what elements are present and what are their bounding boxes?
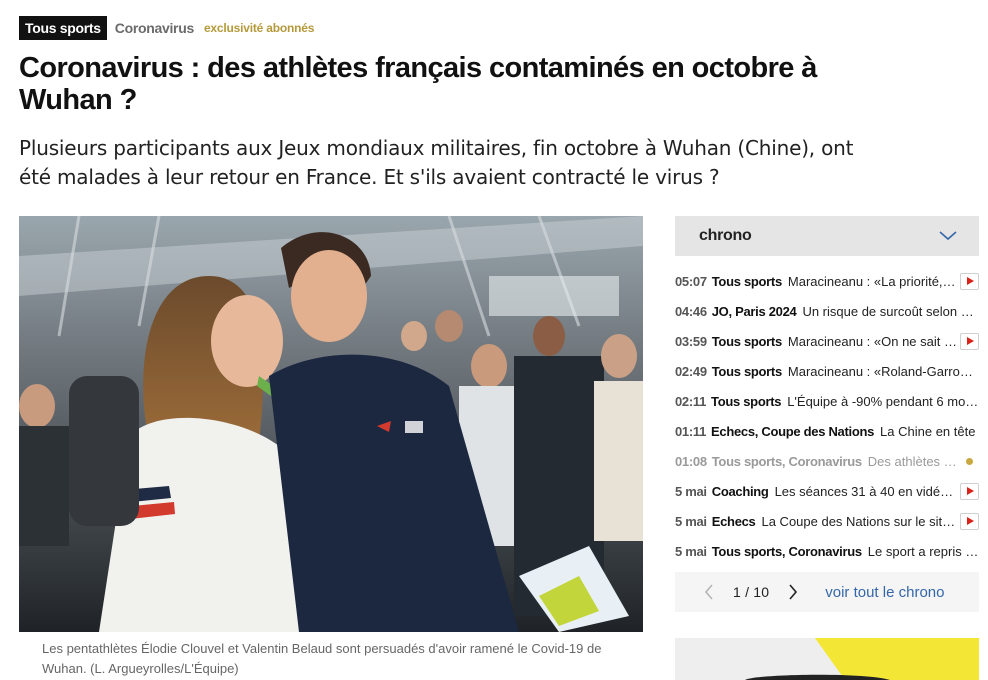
chrono-headline: Maracineanu : «La priorité, c'est de pré… [787,273,957,289]
chrono-list: 05:07 Tous sports Maracineanu : «La prio… [675,266,979,566]
chrono-category: Coaching [711,483,769,499]
exclusive-badge: exclusivité abonnés [203,21,315,35]
previous-page-button[interactable] [699,582,719,602]
promo-banner[interactable] [675,638,979,680]
photo-caption: Les pentathlètes Élodie Clouvel et Valen… [42,641,602,676]
chrono-headline: Le sport a repris à Wuhan [867,543,979,559]
chrono-time: 5 mai [675,543,707,559]
chevron-down-icon [939,231,957,241]
article-photo [19,216,643,632]
chrono-headline: Un risque de surcoût selon Mediapart [802,303,979,319]
video-icon [960,512,979,530]
chrono-headline: La Coupe des Nations sur le site de [761,513,957,529]
video-icon [960,482,979,500]
chrono-category: Tous sports, Coronavirus [711,453,862,469]
chrono-time: 01:08 [675,453,707,469]
chrono-time: 05:07 [675,273,707,289]
breadcrumb-tag-tous-sports[interactable]: Tous sports [19,16,107,40]
chrono-headline: Les séances 31 à 40 en vidéo avec [774,483,957,499]
chrono-time: 5 mai [675,483,707,499]
chrono-time: 02:11 [675,393,707,409]
chrono-time: 03:59 [675,333,707,349]
chrono-category: Echecs [711,513,756,529]
article-chapo: Plusieurs participants aux Jeux mondiaux… [19,136,854,189]
chrono-item[interactable]: 02:49 Tous sports Maracineanu : «Roland-… [675,356,979,386]
breadcrumb: Tous sports Coronavirus exclusivité abon… [19,16,314,40]
chrono-headline: Maracineanu : «Roland-Garros sans public… [787,363,979,379]
next-page-button[interactable] [783,582,803,602]
chrono-item[interactable]: 01:11 Echecs, Coupe des Nations La Chine… [675,416,979,446]
chrono-category: Tous sports [711,393,782,409]
chrono-time: 02:49 [675,363,707,379]
chrono-category: Tous sports [711,363,782,379]
chrono-headline: Des athlètes français contaminés [867,453,957,469]
chrono-dropdown[interactable]: chrono [675,216,979,256]
page-count: 1 / 10 [733,584,770,600]
chrono-item[interactable]: 02:11 Tous sports L'Équipe à -90% pendan… [675,386,979,416]
see-all-chrono-link[interactable]: voir tout le chrono [825,584,944,601]
chrono-item[interactable]: 5 mai Tous sports, Coronavirus Le sport … [675,536,979,566]
video-icon [960,332,979,350]
current-article-dot-icon [966,457,973,465]
chrono-item-current[interactable]: 01:08 Tous sports, Coronavirus Des athlè… [675,446,979,476]
chrono-headline: Maracineanu : «On ne sait pas ce qui va … [787,333,957,349]
chrono-item[interactable]: 05:07 Tous sports Maracineanu : «La prio… [675,266,979,296]
chrono-category: Tous sports [711,273,782,289]
chrono-item[interactable]: 03:59 Tous sports Maracineanu : «On ne s… [675,326,979,356]
chrono-time: 5 mai [675,513,707,529]
video-icon [960,272,979,290]
chrono-time: 04:46 [675,303,707,319]
chrono-headline: L'Équipe à -90% pendant 6 mois ! [787,393,979,409]
article-title: Coronavirus : des athlètes français cont… [19,52,817,116]
chrono-category: JO, Paris 2024 [711,303,797,319]
chrono-category: Tous sports, Coronavirus [711,543,862,559]
chrono-title: chrono [699,227,752,244]
chrono-time: 01:11 [675,423,707,439]
chrono-pager: 1 / 10 voir tout le chrono [675,572,979,612]
chrono-category: Tous sports [711,333,782,349]
chrono-item[interactable]: 5 mai Coaching Les séances 31 à 40 en vi… [675,476,979,506]
breadcrumb-category[interactable]: Coronavirus [115,20,194,36]
chrono-item[interactable]: 5 mai Echecs La Coupe des Nations sur le… [675,506,979,536]
chrono-item[interactable]: 04:46 JO, Paris 2024 Un risque de surcoû… [675,296,979,326]
chrono-category: Echecs, Coupe des Nations [711,423,875,439]
chrono-headline: La Chine en tête [880,423,976,439]
